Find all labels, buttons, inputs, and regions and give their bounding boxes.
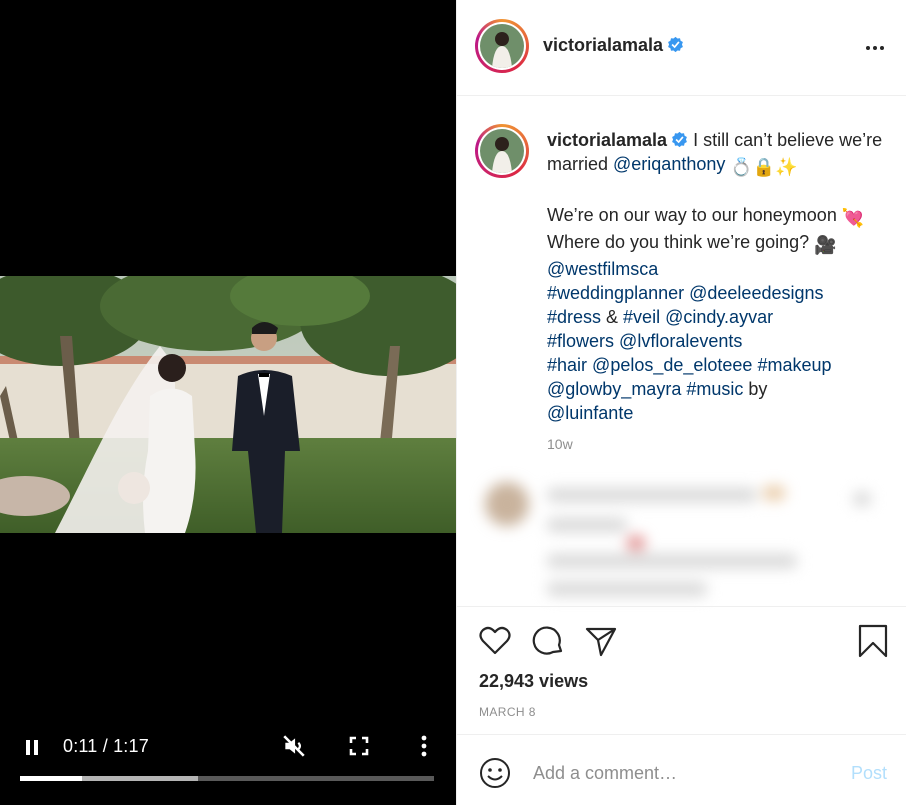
caption-username[interactable]: victorialamala	[547, 130, 688, 150]
caption-section: victorialamala I still can’t believe we’…	[457, 96, 906, 464]
post-header: victorialamala	[457, 0, 906, 96]
mention-link[interactable]: @pelos_de_eloteee	[592, 355, 752, 375]
post-options-button[interactable]	[863, 36, 887, 60]
caption-paragraph-2: We’re on our way to our honeymoon 💘 Wher…	[547, 205, 865, 423]
emoji-button[interactable]	[479, 757, 511, 789]
fullscreen-button[interactable]	[346, 732, 372, 760]
ring-lock-sparkle-emojis: 💍🔒✨	[730, 157, 798, 177]
verified-badge-icon	[668, 36, 683, 53]
mention-link[interactable]: @lvfloralevents	[619, 331, 742, 351]
verified-badge-icon	[672, 131, 687, 148]
heart-icon	[479, 626, 511, 655]
speaker-muted-icon	[283, 735, 305, 757]
smiley-icon	[480, 758, 510, 788]
wedding-video-still	[0, 276, 456, 533]
video-more-button[interactable]	[413, 732, 435, 760]
video-frame[interactable]	[0, 276, 456, 533]
comment-button[interactable]	[531, 623, 567, 659]
heart-emoji: 💘	[841, 208, 865, 228]
hashtag-link[interactable]: #hair	[547, 355, 587, 375]
horizontal-dots-icon	[866, 46, 884, 50]
caption-avatar[interactable]	[475, 124, 529, 178]
mute-button[interactable]	[280, 732, 308, 760]
mention-link[interactable]: @eriqanthony	[613, 154, 725, 174]
avatar-image	[480, 129, 524, 173]
caption-time-ago[interactable]: 10w	[547, 436, 573, 452]
post-side-panel: victorialamala victorialamala I still ca…	[456, 0, 906, 805]
video-progress-bar[interactable]	[20, 776, 434, 781]
post-date: MARCH 8	[479, 705, 536, 719]
blurred-comment	[463, 464, 889, 606]
bookmark-icon	[858, 624, 888, 658]
avatar[interactable]	[475, 19, 529, 73]
caption-text: victorialamala I still can’t believe we’…	[547, 128, 887, 425]
hashtag-link[interactable]: #music	[686, 379, 743, 399]
mention-link[interactable]: @westfilmsca	[547, 259, 658, 279]
hashtag-link[interactable]: #flowers	[547, 331, 614, 351]
post-actions: 22,943 views MARCH 8	[457, 606, 906, 734]
like-button[interactable]	[477, 623, 513, 659]
vertical-dots-icon	[421, 735, 427, 757]
mention-link[interactable]: @cindy.ayvar	[665, 307, 773, 327]
save-button[interactable]	[855, 623, 891, 659]
add-comment-bar: Post	[457, 734, 906, 805]
caption-paragraph-1: victorialamala I still can’t believe we’…	[547, 130, 883, 177]
hashtag-link[interactable]: #veil	[623, 307, 660, 327]
avatar-image	[480, 24, 524, 68]
video-controls: 0:11 / 1:17	[0, 724, 456, 774]
mention-link[interactable]: @glowby_mayra	[547, 379, 681, 399]
video-player[interactable]: 0:11 / 1:17	[0, 0, 456, 805]
header-username[interactable]: victorialamala	[543, 35, 684, 56]
pause-button[interactable]	[20, 734, 44, 760]
comment-bubble-icon	[532, 626, 563, 655]
hashtag-link[interactable]: #makeup	[757, 355, 831, 375]
camera-emoji: 🎥	[814, 235, 837, 255]
pause-icon	[26, 739, 30, 755]
fullscreen-icon	[349, 736, 369, 756]
hashtag-link[interactable]: #dress	[547, 307, 601, 327]
comment-input[interactable]	[533, 759, 823, 787]
paper-plane-icon	[585, 627, 617, 657]
progress-played	[20, 776, 83, 781]
view-count[interactable]: 22,943 views	[479, 671, 588, 692]
mention-link[interactable]: @luinfante	[547, 403, 633, 423]
hashtag-link[interactable]: #weddingplanner	[547, 283, 684, 303]
video-time: 0:11 / 1:17	[63, 736, 149, 756]
share-button[interactable]	[583, 623, 619, 659]
mention-link[interactable]: @deeleedesigns	[689, 283, 823, 303]
post-comment-button[interactable]: Post	[851, 763, 887, 784]
